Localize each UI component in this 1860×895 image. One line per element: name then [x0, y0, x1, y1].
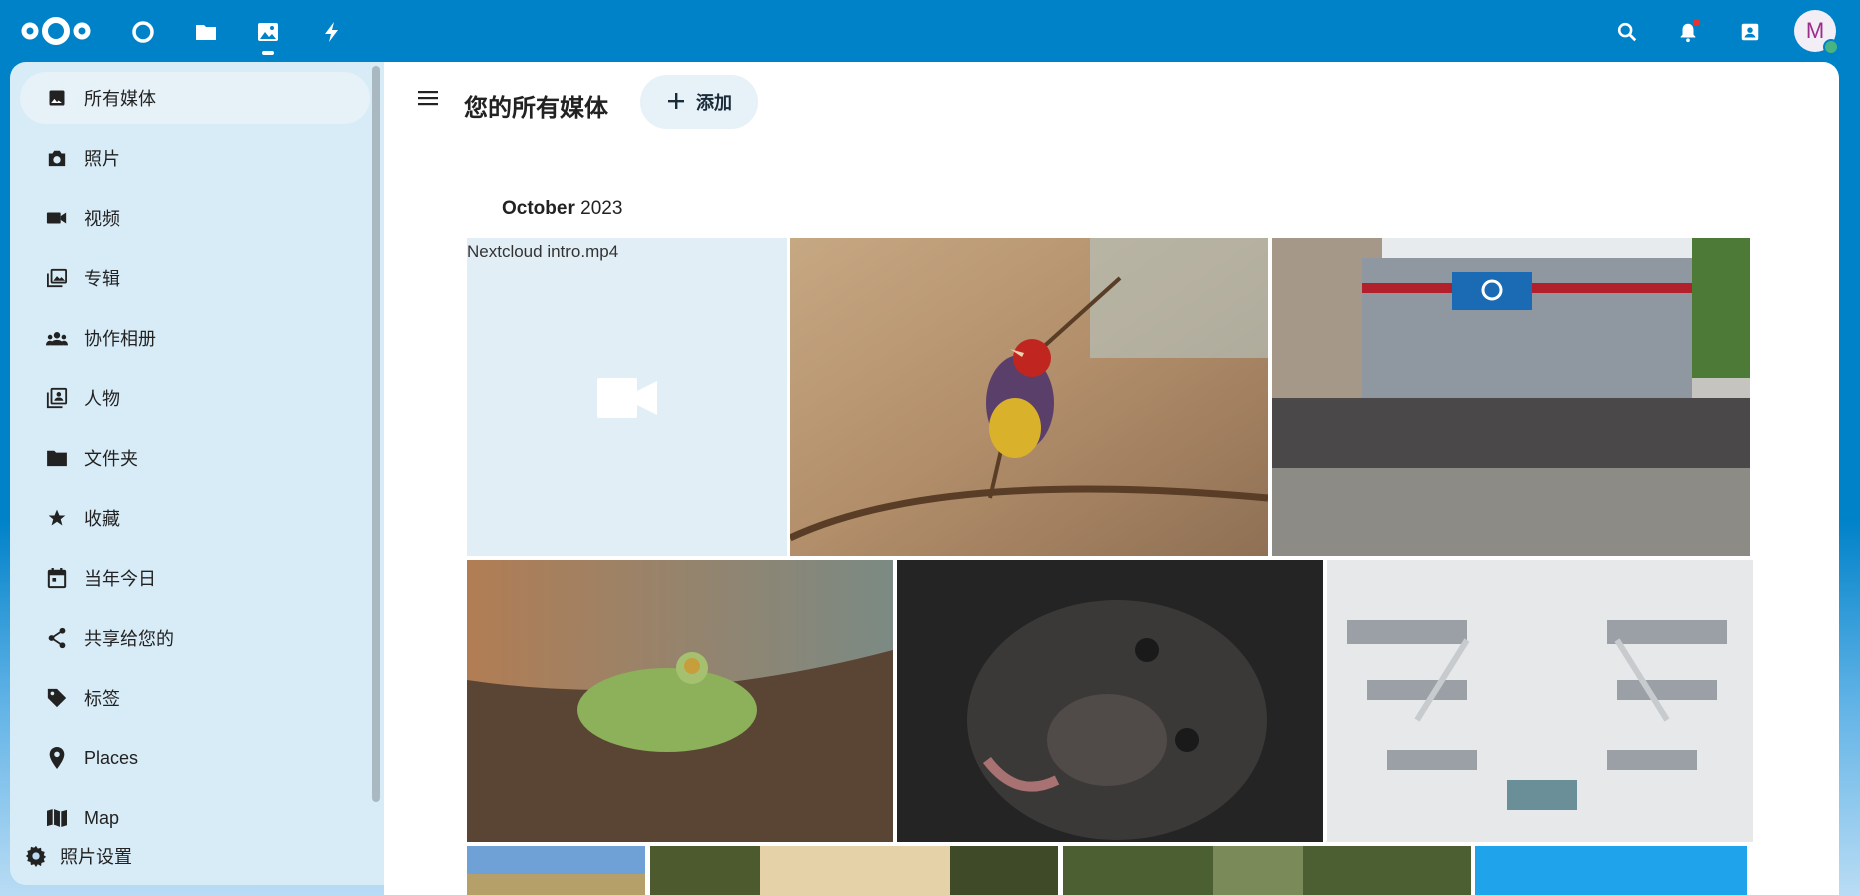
- avatar[interactable]: M: [1794, 10, 1839, 55]
- video-icon: [46, 207, 68, 229]
- map-icon: [46, 807, 68, 829]
- active-app-indicator: [262, 51, 274, 55]
- photo-tile-group[interactable]: [1272, 238, 1750, 556]
- nextcloud-logo[interactable]: [18, 12, 94, 50]
- frog-photo: [467, 560, 893, 842]
- photo-tile-frog[interactable]: [467, 560, 893, 842]
- photo-tile-beach[interactable]: [467, 846, 645, 895]
- month-name: October: [502, 198, 575, 219]
- sidebar-item-favorites[interactable]: 收藏: [20, 492, 370, 544]
- sidebar-item-videos[interactable]: 视频: [20, 192, 370, 244]
- photo-tile-library[interactable]: [1327, 560, 1753, 842]
- month-year: 2023: [580, 198, 623, 219]
- avatar-initial: M: [1805, 18, 1825, 43]
- image-icon: [46, 87, 68, 109]
- sidebar-item-label: 收藏: [84, 509, 120, 529]
- sidebar-item-label: Map: [84, 807, 120, 828]
- sidebar: 所有媒体 照片 视频 专辑 协作相册 人物 文件夹 收藏 当年今日 共享给您的 …: [10, 62, 384, 885]
- gear-icon: [24, 845, 48, 867]
- photo-tile-blue[interactable]: [1475, 846, 1747, 895]
- tag-icon: [46, 687, 68, 709]
- sidebar-item-albums[interactable]: 专辑: [20, 252, 370, 304]
- sidebar-item-shared-with-you[interactable]: 共享给您的: [20, 612, 370, 664]
- forest-photo: [1063, 846, 1471, 895]
- sidebar-item-label: 文件夹: [84, 449, 138, 469]
- video-tile[interactable]: Nextcloud intro.mp4: [467, 238, 787, 556]
- sidebar-item-on-this-day[interactable]: 当年今日: [20, 552, 370, 604]
- sidebar-item-label: 协作相册: [84, 329, 156, 349]
- library-photo: [1327, 560, 1753, 842]
- sidebar-item-label: 人物: [84, 389, 120, 409]
- sidebar-item-label: 所有媒体: [84, 89, 156, 109]
- plus-icon: [666, 88, 686, 116]
- sidebar-item-label: 标签: [84, 689, 120, 709]
- calendar-icon: [46, 567, 68, 589]
- search-icon[interactable]: [1610, 15, 1644, 49]
- star-icon: [46, 507, 68, 529]
- photos-icon[interactable]: [251, 15, 285, 55]
- photo-tile-forest[interactable]: [1063, 846, 1471, 895]
- ape-photo: [897, 560, 1323, 842]
- photos-settings-button[interactable]: 照片设置: [24, 841, 132, 871]
- album-icon: [46, 267, 68, 289]
- group-photo: [1272, 238, 1750, 556]
- dashboard-icon[interactable]: [126, 15, 160, 49]
- main-content: 您的所有媒体 添加 October 2023 Nextcloud intro.m…: [384, 62, 1839, 895]
- contact-book-icon: [46, 387, 68, 409]
- photo-tile-ape[interactable]: [897, 560, 1323, 842]
- sidebar-item-label: 照片: [84, 149, 120, 169]
- online-status-icon: [1823, 39, 1839, 55]
- folder-icon: [46, 447, 68, 469]
- sidebar-item-label: 专辑: [84, 269, 120, 289]
- page-title: 您的所有媒体: [464, 95, 608, 122]
- video-filename: Nextcloud intro.mp4: [467, 242, 619, 261]
- sidebar-item-people[interactable]: 人物: [20, 372, 370, 424]
- camera-icon: [46, 147, 68, 169]
- trees-photo: [650, 846, 1058, 895]
- sidebar-item-tags[interactable]: 标签: [20, 672, 370, 724]
- files-icon[interactable]: [189, 15, 223, 49]
- activity-icon[interactable]: [315, 15, 349, 49]
- sidebar-item-folders[interactable]: 文件夹: [20, 432, 370, 484]
- sidebar-scrollbar[interactable]: [372, 66, 380, 802]
- share-icon: [46, 627, 68, 649]
- sidebar-item-places[interactable]: Places: [20, 732, 370, 784]
- add-button[interactable]: 添加: [640, 75, 758, 129]
- sidebar-item-map[interactable]: Map: [20, 792, 370, 844]
- sidebar-item-label: 视频: [84, 209, 120, 229]
- sidebar-item-label: 共享给您的: [84, 629, 174, 649]
- map-marker-icon: [46, 747, 68, 769]
- beach-photo: [467, 846, 645, 895]
- contacts-icon[interactable]: [1733, 15, 1767, 49]
- video-placeholder-icon: [597, 378, 657, 418]
- photo-tile-trees[interactable]: [650, 846, 1058, 895]
- photo-tile-bird[interactable]: [790, 238, 1268, 556]
- people-icon: [46, 327, 68, 349]
- menu-toggle-button[interactable]: [408, 80, 448, 120]
- month-heading: October 2023: [502, 198, 622, 220]
- sidebar-item-all-media[interactable]: 所有媒体: [20, 72, 370, 124]
- notification-dot: [1693, 19, 1700, 26]
- sidebar-nav: 所有媒体 照片 视频 专辑 协作相册 人物 文件夹 收藏 当年今日 共享给您的 …: [20, 72, 370, 852]
- add-button-label: 添加: [696, 93, 732, 113]
- sidebar-item-collaborative-albums[interactable]: 协作相册: [20, 312, 370, 364]
- top-bar: M: [0, 0, 1860, 62]
- sidebar-item-photos[interactable]: 照片: [20, 132, 370, 184]
- bird-photo: [790, 238, 1268, 556]
- sidebar-item-label: 当年今日: [84, 569, 156, 589]
- sidebar-item-label: Places: [84, 747, 139, 768]
- settings-label: 照片设置: [60, 847, 132, 867]
- bell-icon[interactable]: [1671, 15, 1705, 49]
- hamburger-icon: [418, 90, 438, 111]
